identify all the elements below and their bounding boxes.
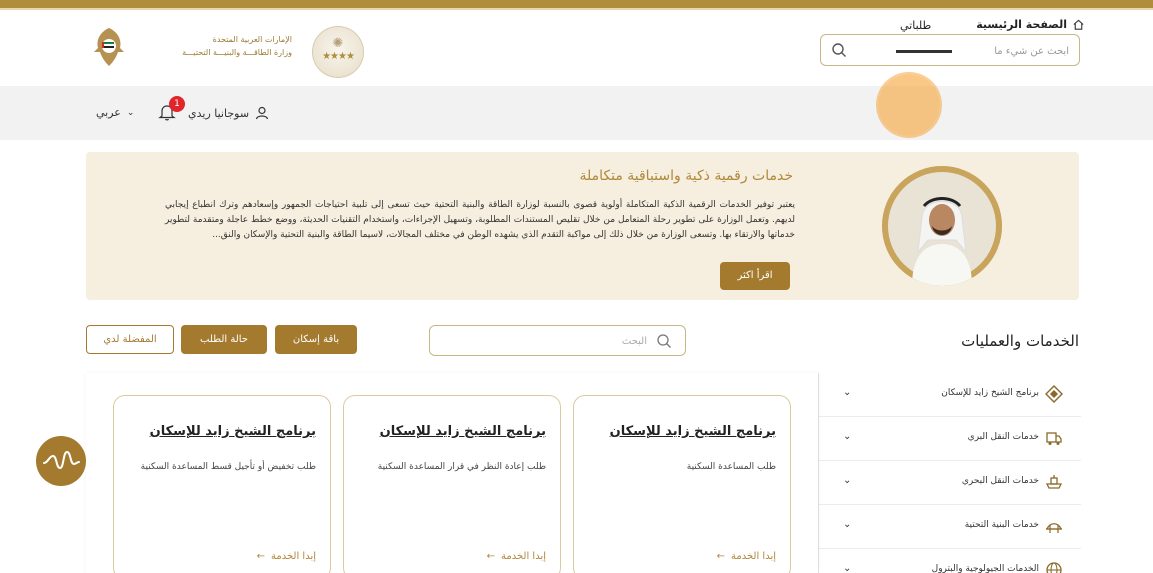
service-card[interactable]: برنامج الشيخ زايد للإسكان طلب تخفيض أو ت… xyxy=(113,395,331,573)
arrow-left-icon: ← xyxy=(486,551,495,562)
category-housing-program[interactable]: برنامج الشيخ زايد للإسكان ⌄ xyxy=(819,373,1081,417)
chevron-down-icon: ⌄ xyxy=(126,107,135,118)
chevron-down-icon: ⌄ xyxy=(843,475,852,486)
services-search-box[interactable] xyxy=(429,325,686,356)
nav-my-requests-link[interactable]: طلباتي xyxy=(900,19,931,32)
ministry-logo-text: الإمارات العربية المتحدة وزارة الطاقـــة… xyxy=(132,33,292,59)
service-card-description: طلب المساعدة السكنية xyxy=(686,462,776,472)
start-service-link[interactable]: إبدا الخدمة ← xyxy=(487,551,546,562)
language-label: عربي xyxy=(96,106,121,119)
chevron-down-icon: ⌄ xyxy=(843,519,852,530)
category-label: الخدمات الجيولوجية والبترول xyxy=(931,564,1039,573)
arrow-left-icon: ← xyxy=(716,551,725,562)
language-selector[interactable]: عربي ⌄ xyxy=(96,106,134,119)
bridge-icon xyxy=(1046,523,1062,533)
search-icon xyxy=(832,43,846,57)
top-accent-bar xyxy=(0,0,1153,8)
chevron-down-icon: ⌄ xyxy=(843,387,852,398)
user-menu[interactable]: سوجانيا ريدي xyxy=(188,106,269,120)
global-search-input[interactable] xyxy=(859,41,1069,61)
chat-assistant-icon xyxy=(43,450,80,470)
service-card[interactable]: برنامج الشيخ زايد للإسكان طلب إعادة النظ… xyxy=(343,395,561,573)
category-maritime-transport[interactable]: خدمات النقل البحري ⌄ xyxy=(819,461,1081,505)
category-geology-petroleum[interactable]: الخدمات الجيولوجية والبترول ⌄ xyxy=(819,549,1081,573)
notification-badge: 1 xyxy=(169,96,185,112)
search-icon xyxy=(657,334,671,348)
my-favorites-button[interactable]: المفضلة لدي xyxy=(86,325,174,354)
start-service-link[interactable]: إبدا الخدمة ← xyxy=(717,551,776,562)
category-label: خدمات النقل البري xyxy=(967,432,1039,442)
logo-line-ministry: وزارة الطاقـــة والبنيـــة التحتيـــة xyxy=(182,48,292,57)
service-card-description: طلب إعادة النظر في قرار المساعدة السكنية xyxy=(377,462,546,472)
category-label: خدمات البنية التحتية xyxy=(964,520,1039,530)
service-card-title[interactable]: برنامج الشيخ زايد للإسكان xyxy=(150,424,316,439)
user-name: سوجانيا ريدي xyxy=(188,106,250,120)
globe-icon xyxy=(1046,562,1062,573)
start-service-link[interactable]: إبدا الخدمة ← xyxy=(257,551,316,562)
minister-avatar xyxy=(882,166,1002,286)
nav-home-label: الصفحة الرئيسية xyxy=(976,18,1067,31)
start-service-label: إبدا الخدمة xyxy=(270,551,316,562)
request-status-button[interactable]: حالة الطلب xyxy=(181,325,267,354)
service-card-title[interactable]: برنامج الشيخ زايد للإسكان xyxy=(380,424,546,439)
nav-active-underline xyxy=(896,50,952,53)
ship-icon xyxy=(1045,475,1063,489)
services-search-input[interactable] xyxy=(467,332,647,351)
truck-icon xyxy=(1046,432,1062,445)
star-rating-medal: ✺ ★★★★ xyxy=(312,26,364,78)
hero-description: يعتبر توفير الخدمات الرقمية الذكية المتك… xyxy=(165,200,795,240)
service-card-description: طلب تخفيض أو تأجيل قسط المساعدة السكنية xyxy=(140,462,316,472)
start-service-label: إبدا الخدمة xyxy=(500,551,546,562)
arrow-left-icon: ← xyxy=(256,551,265,562)
housing-program-icon xyxy=(1045,385,1063,403)
chevron-down-icon: ⌄ xyxy=(843,563,852,573)
category-label: برنامج الشيخ زايد للإسكان xyxy=(941,388,1039,398)
app-root: الإمارات العربية المتحدة وزارة الطاقـــة… xyxy=(0,0,1153,573)
nav-home-link[interactable]: الصفحة الرئيسية xyxy=(976,18,1085,31)
medal-stars-icon: ★★★★ xyxy=(322,51,355,62)
read-more-button[interactable]: اقرأ اكثر xyxy=(720,262,790,290)
top-accent-fade xyxy=(0,8,1153,10)
chevron-down-icon: ⌄ xyxy=(843,431,852,442)
service-card-title[interactable]: برنامج الشيخ زايد للإسكان xyxy=(610,424,776,439)
uae-emblem-icon xyxy=(94,28,124,66)
category-land-transport[interactable]: خدمات النقل البري ⌄ xyxy=(819,417,1081,461)
logo-line-country: الإمارات العربية المتحدة xyxy=(212,35,292,44)
chat-assistant-button[interactable] xyxy=(36,436,86,486)
services-section-title: الخدمات والعمليات xyxy=(961,332,1079,350)
home-icon xyxy=(1073,19,1084,30)
hero-title: خدمات رقمية ذكية واستباقية متكاملة xyxy=(579,168,793,184)
category-label: خدمات النقل البحري xyxy=(961,476,1039,486)
category-infrastructure[interactable]: خدمات البنية التحتية ⌄ xyxy=(819,505,1081,549)
user-icon xyxy=(255,106,269,120)
housing-package-button[interactable]: باقة إسكان xyxy=(275,325,357,354)
start-service-label: إبدا الخدمة xyxy=(730,551,776,562)
service-card[interactable]: برنامج الشيخ زايد للإسكان طلب المساعدة ا… xyxy=(573,395,791,573)
click-highlight-marker xyxy=(878,74,940,136)
medal-emblem-icon: ✺ xyxy=(332,36,344,51)
service-category-list: برنامج الشيخ زايد للإسكان ⌄ خدمات النقل … xyxy=(818,373,1081,573)
